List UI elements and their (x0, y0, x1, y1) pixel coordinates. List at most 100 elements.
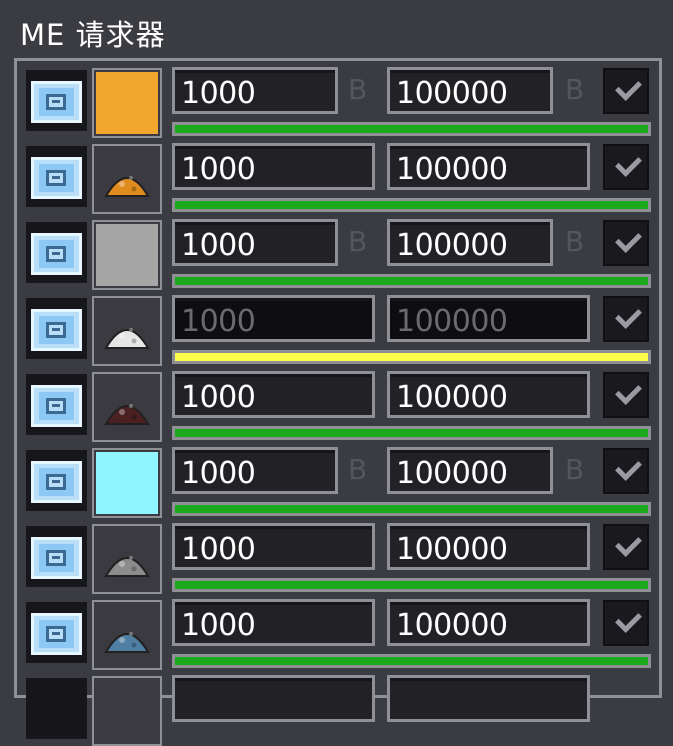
status-bar-fill (175, 657, 648, 665)
max-amount-value: 100000 (396, 380, 508, 415)
enable-toggle[interactable] (603, 448, 649, 494)
gray-block-icon (96, 224, 158, 286)
requester-row: 1000 B 100000 B (17, 441, 659, 518)
status-bar (172, 426, 651, 440)
config-button-face (31, 385, 82, 427)
status-bar-fill (175, 581, 648, 589)
min-amount-value: 1000 (181, 456, 256, 491)
config-button-face (31, 613, 82, 655)
check-icon (615, 530, 642, 557)
item-slot[interactable] (92, 524, 162, 594)
item-slot[interactable] (92, 144, 162, 214)
check-icon (615, 302, 642, 329)
config-button-face (31, 157, 82, 199)
requester-row: 1000 100000 (17, 517, 659, 594)
config-button-face (31, 81, 82, 123)
min-amount-input[interactable]: 1000 (172, 67, 338, 114)
unit-label: B (565, 73, 585, 106)
requester-list: 1000 B 100000 B 1000 100000 1000 B 100000 B 1000 10… (14, 58, 662, 746)
config-button[interactable] (26, 298, 87, 359)
check-icon (615, 378, 642, 405)
window-icon (46, 474, 66, 490)
status-bar (172, 350, 651, 364)
window-icon (46, 170, 66, 186)
check-icon (615, 74, 642, 101)
enable-toggle[interactable] (603, 524, 649, 570)
unit-label: B (348, 73, 368, 106)
config-button[interactable] (26, 602, 87, 663)
min-amount-value: 1000 (181, 608, 256, 643)
window-icon (46, 94, 66, 110)
status-bar (172, 502, 651, 516)
max-amount-input[interactable]: 100000 (387, 295, 590, 342)
max-amount-input[interactable]: 100000 (387, 67, 553, 114)
enable-toggle[interactable] (603, 144, 649, 190)
max-amount-value: 100000 (396, 228, 508, 263)
max-amount-input[interactable] (387, 675, 590, 722)
min-amount-value: 1000 (181, 532, 256, 567)
item-slot[interactable] (92, 448, 162, 518)
enable-toggle[interactable] (603, 296, 649, 342)
min-amount-input[interactable]: 1000 (172, 447, 338, 494)
item-slot[interactable] (92, 372, 162, 442)
min-amount-input[interactable]: 1000 (172, 219, 338, 266)
enable-toggle[interactable] (603, 220, 649, 266)
status-bar-fill (175, 125, 648, 133)
status-bar (172, 654, 651, 668)
max-amount-input[interactable]: 100000 (387, 143, 590, 190)
config-button[interactable] (26, 70, 87, 131)
config-button[interactable] (26, 222, 87, 283)
status-bar-fill (175, 429, 648, 437)
item-slot[interactable] (92, 68, 162, 138)
enable-toggle[interactable] (603, 372, 649, 418)
orange-dust-icon (96, 148, 158, 210)
config-button[interactable] (26, 678, 87, 739)
item-slot[interactable] (92, 600, 162, 670)
item-slot[interactable] (92, 296, 162, 366)
status-bar-fill (175, 353, 648, 361)
unit-label: B (565, 225, 585, 258)
check-icon (615, 226, 642, 253)
max-amount-input[interactable]: 100000 (387, 371, 590, 418)
max-amount-input[interactable]: 100000 (387, 599, 590, 646)
max-amount-input[interactable]: 100000 (387, 523, 590, 570)
white-dust-icon (96, 300, 158, 362)
status-bar (172, 578, 651, 592)
window-title: ME 请求器 (20, 18, 166, 52)
orange-block-icon (96, 72, 158, 134)
min-amount-input[interactable]: 1000 (172, 295, 375, 342)
config-button-face (31, 233, 82, 275)
status-bar (172, 122, 651, 136)
status-bar-fill (175, 505, 648, 513)
requester-row: 1000 B 100000 B (17, 213, 659, 290)
status-bar (172, 198, 651, 212)
min-amount-input[interactable]: 1000 (172, 371, 375, 418)
min-amount-input[interactable]: 1000 (172, 523, 375, 570)
unit-label: B (565, 453, 585, 486)
item-slot[interactable] (92, 676, 162, 746)
config-button[interactable] (26, 450, 87, 511)
status-bar-fill (175, 201, 648, 209)
window-icon (46, 398, 66, 414)
config-button[interactable] (26, 374, 87, 435)
config-button[interactable] (26, 146, 87, 207)
unit-label: B (348, 225, 368, 258)
max-amount-input[interactable]: 100000 (387, 219, 553, 266)
gray-dust-icon (96, 528, 158, 590)
enable-toggle[interactable] (603, 68, 649, 114)
status-bar-fill (175, 277, 648, 285)
min-amount-input[interactable]: 1000 (172, 599, 375, 646)
status-bar (172, 274, 651, 288)
check-icon (615, 454, 642, 481)
item-slot[interactable] (92, 220, 162, 290)
requester-row (17, 669, 659, 746)
check-icon (615, 606, 642, 633)
enable-toggle[interactable] (603, 600, 649, 646)
cyan-block-icon (96, 452, 158, 514)
min-amount-value: 1000 (181, 380, 256, 415)
min-amount-input[interactable] (172, 675, 375, 722)
max-amount-input[interactable]: 100000 (387, 447, 553, 494)
min-amount-input[interactable]: 1000 (172, 143, 375, 190)
window-icon (46, 246, 66, 262)
config-button[interactable] (26, 526, 87, 587)
